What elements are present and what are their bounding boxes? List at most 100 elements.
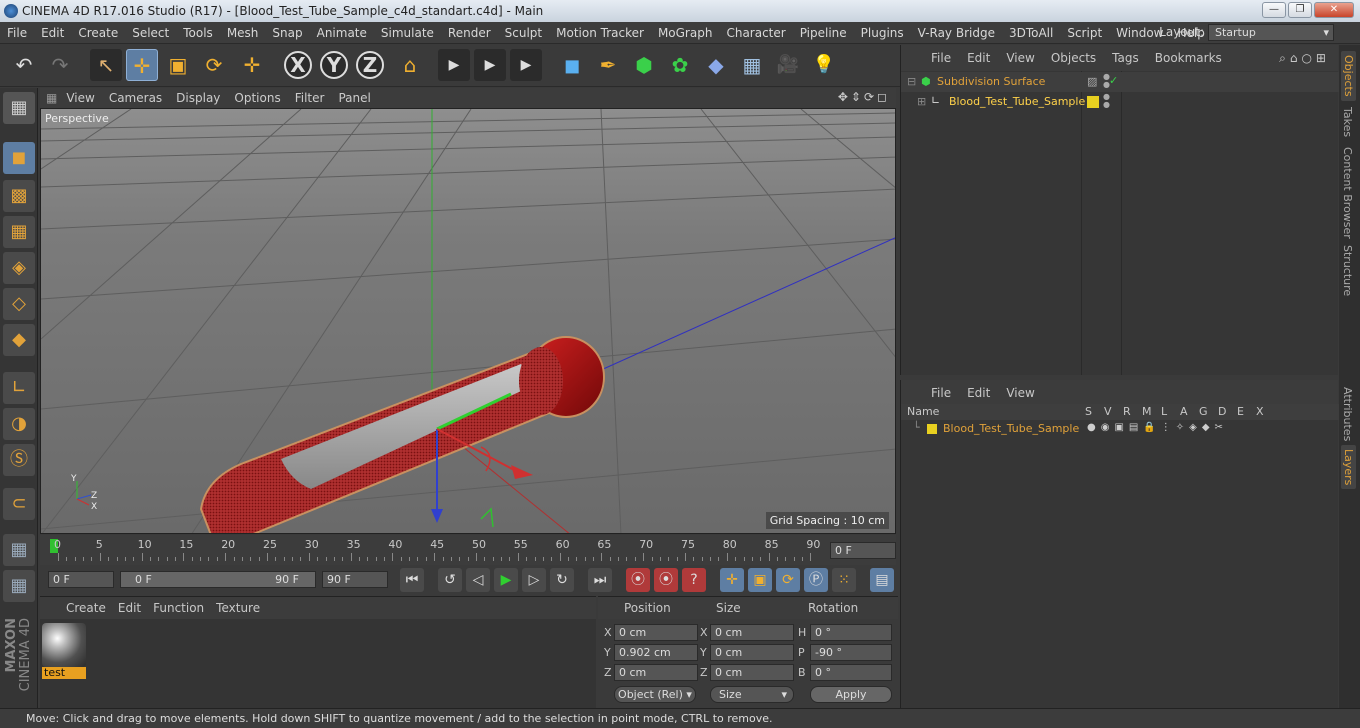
tab-layers[interactable]: Layers [1341,445,1356,490]
layer-column-a[interactable]: A [1180,405,1188,418]
layers-menu-view[interactable]: View [998,386,1042,400]
menu-simulate[interactable]: Simulate [374,26,441,40]
key-pla-icon[interactable]: ⁙ [832,568,856,592]
live-select-icon[interactable]: ↖ [90,49,122,81]
edges-mode-icon[interactable]: ◇ [3,288,35,320]
record-keys-icon[interactable]: ⦿ [626,568,650,592]
material-menu-edit[interactable]: Edit [112,601,147,615]
gizmo-plane-handle[interactable] [480,446,491,472]
objects-menu-view[interactable]: View [998,51,1042,65]
object-manager-nav-icons[interactable]: ⌕⌂○⊞ [1279,51,1330,66]
viewport-menu-options[interactable]: Options [227,91,287,105]
layer-column-l[interactable]: L [1161,405,1167,418]
gizmo-z-arrow[interactable] [431,509,443,523]
rotation-b-field[interactable]: 0 ° [810,664,892,681]
render-view-icon[interactable]: ▶ [438,49,470,81]
menu-motion-tracker[interactable]: Motion Tracker [549,26,651,40]
viewport-menu-view[interactable]: View [59,91,101,105]
previous-key-icon[interactable]: ↺ [438,568,462,592]
minimize-button[interactable]: — [1262,2,1286,18]
menu-file[interactable]: File [0,26,34,40]
layer-column-s[interactable]: S [1085,405,1092,418]
gizmo-plane-handle-green[interactable] [480,507,494,528]
menu-tools[interactable]: Tools [176,26,220,40]
tab-content-browser[interactable]: Content Browser [1341,147,1354,239]
subdivision-surface-icon[interactable]: ⬢ [628,49,660,81]
tab-objects[interactable]: Objects [1341,51,1356,101]
model-mode-icon[interactable]: ◼ [3,142,35,174]
size-x-field[interactable]: 0 cm [710,624,794,641]
tab-attributes[interactable]: Attributes [1341,387,1354,441]
generator-toggle-icon[interactable]: ▨ [1087,75,1097,88]
viewport-menu-panel[interactable]: Panel [331,91,377,105]
key-rotation-icon[interactable]: ⟳ [776,568,800,592]
position-z-field[interactable]: 0 cm [614,664,698,681]
tab-structure[interactable]: Structure [1341,245,1354,296]
x-axis-lock-button[interactable]: X [284,51,312,79]
tweak-mode-icon[interactable]: ◑ [3,408,35,440]
mograph-cloner-icon[interactable]: ✿ [664,49,696,81]
visibility-dots-icon[interactable]: ● ● [1103,93,1110,109]
y-axis-lock-button[interactable]: Y [320,51,348,79]
menu-plugins[interactable]: Plugins [854,26,911,40]
make-editable-icon[interactable]: ▦ [3,92,35,124]
edit-render-settings-icon[interactable]: ▶ [510,49,542,81]
layers-menu-edit[interactable]: Edit [959,386,998,400]
move-icon[interactable]: ✛ [126,49,158,81]
rotate-icon[interactable]: ⟳ [198,49,230,81]
menu-create[interactable]: Create [71,26,125,40]
viewport-scene[interactable]: Y Z X [41,109,896,534]
layer-column-m[interactable]: M [1142,405,1152,418]
render-picture-viewer-icon[interactable]: ▶ [474,49,506,81]
enabled-check-icon[interactable]: ✓ [1109,74,1118,87]
close-button[interactable]: ✕ [1314,2,1354,18]
deformer-icon[interactable]: ◆ [700,49,732,81]
menu-v-ray-bridge[interactable]: V-Ray Bridge [911,26,1002,40]
object-row-subdivision-surface[interactable]: ⊟ ⬢ Subdivision Surface ▨ ● ● ✓ [901,72,1339,92]
solo-icon[interactable]: Ⓢ [3,444,35,476]
menu-select[interactable]: Select [125,26,176,40]
locked-workplane-icon[interactable]: ▦ [3,534,35,566]
gizmo-x-arrow[interactable] [511,465,533,479]
menu-script[interactable]: Script [1060,26,1109,40]
previous-frame-icon[interactable]: ◁ [466,568,490,592]
undo-icon[interactable]: ↶ [8,49,40,81]
points-mode-icon[interactable]: ◈ [3,252,35,284]
menu-3dtoall[interactable]: 3DToAll [1002,26,1060,40]
texture-mode-icon[interactable]: ▩ [3,180,35,212]
menu-pipeline[interactable]: Pipeline [793,26,854,40]
menu-animate[interactable]: Animate [310,26,374,40]
snap-icon[interactable]: ⊂ [3,488,35,520]
rotation-h-field[interactable]: 0 ° [810,624,892,641]
workplane-mode-icon[interactable]: ▦ [3,216,35,248]
tree-expand-icon[interactable]: ⊞ [917,95,926,108]
keyframe-selection-icon[interactable]: ? [682,568,706,592]
tree-collapse-icon[interactable]: ⊟ [907,75,916,88]
menu-render[interactable]: Render [441,26,498,40]
current-frame-field[interactable]: 0 F [830,542,896,559]
layer-color-swatch[interactable] [927,424,937,434]
viewport-menu-display[interactable]: Display [169,91,227,105]
key-position-icon[interactable]: ✛ [720,568,744,592]
3d-viewport[interactable]: Y Z X Perspective Grid Spacing : 10 cm [40,108,896,534]
size-z-field[interactable]: 0 cm [710,664,794,681]
object-row-blood-test-tube[interactable]: ⊞ ∟ Blood_Test_Tube_Sample ● ● [901,92,1339,112]
menu-character[interactable]: Character [719,26,792,40]
camera-icon[interactable]: 🎥 [772,49,804,81]
end-frame-field[interactable]: 90 F [322,571,388,588]
next-key-icon[interactable]: ↻ [550,568,574,592]
play-icon[interactable]: ▶ [494,568,518,592]
autokey-icon[interactable]: ⦿ [654,568,678,592]
layer-column-d[interactable]: D [1218,405,1226,418]
layout-select[interactable]: Startup [1208,24,1334,41]
objects-menu-edit[interactable]: Edit [959,51,998,65]
key-parameter-icon[interactable]: Ⓟ [804,568,828,592]
floor-icon[interactable]: ▦ [736,49,768,81]
polygons-mode-icon[interactable]: ◆ [3,324,35,356]
planar-workplane-icon[interactable]: ▦ [3,570,35,602]
timeline-ruler[interactable]: 0 5 10 15 20 25 30 35 40 45 50 55 60 65 70 75 80 85 90 0 F [40,535,896,565]
layers-menu-file[interactable]: File [923,386,959,400]
layer-column-g[interactable]: G [1199,405,1208,418]
material-menu-texture[interactable]: Texture [210,601,266,615]
viewport-nav-icons[interactable]: ✥⇕⟳◻ [838,90,890,104]
